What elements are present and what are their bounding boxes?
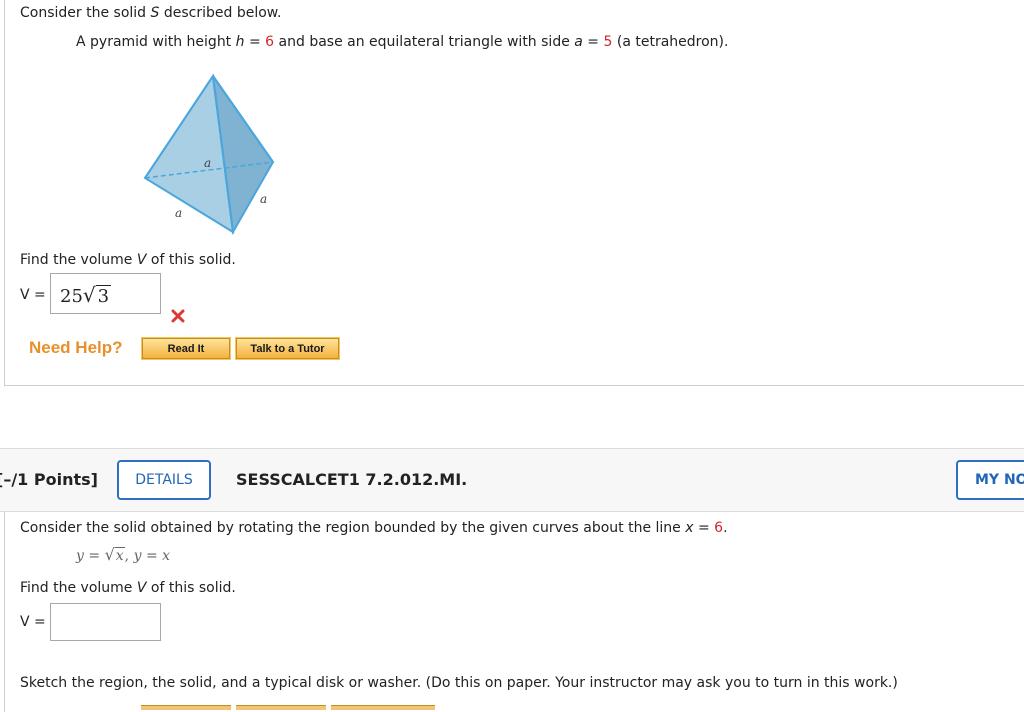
read-it-button[interactable]: Read It [141,337,231,360]
partial-button-2[interactable] [236,705,326,710]
partial-button-1[interactable] [141,705,231,710]
answer-radicand: 3 [95,285,112,307]
problem-2-find-text: Find the volume V of this solid. [20,580,236,596]
partial-button-3[interactable] [331,705,435,710]
problem-2-question: Consider the solid obtained by rotating … [20,520,728,536]
problem-1-answer-label: V = [20,287,46,303]
incorrect-x-icon [171,309,185,323]
problem-code: SESSCALCET1 7.2.012.MI. [236,470,468,489]
tetrahedron-figure: a a a [143,73,275,235]
edge-label-left: a [175,206,182,220]
problem-2-answer-label: V = [20,614,46,630]
problem-1-find-text: Find the volume V of this solid. [20,252,236,268]
points-label: [–/1 Points] [0,470,98,489]
problem-1-answer-input[interactable]: 25√ 3 [50,273,161,314]
sqrt-symbol: √ [82,283,96,307]
problem-2-curves: y = √x, y = x [76,545,171,564]
sketch-instruction: Sketch the region, the solid, and a typi… [20,675,898,691]
edge-label-top: a [204,156,211,170]
problem-2-answer-input[interactable] [50,603,161,641]
details-button[interactable]: DETAILS [117,460,211,500]
my-notes-button[interactable]: MY NO [956,460,1024,500]
need-help-label: Need Help? [29,338,123,357]
edge-label-right: a [260,192,267,206]
problem-1-intro: Consider the solid S described below. [20,5,282,21]
sqrt-symbol-2: √ [104,545,115,564]
answer-coefficient: 25 [60,286,83,307]
talk-to-tutor-button[interactable]: Talk to a Tutor [235,337,340,360]
problem-1-description: A pyramid with height h = 6 and base an … [76,34,729,50]
